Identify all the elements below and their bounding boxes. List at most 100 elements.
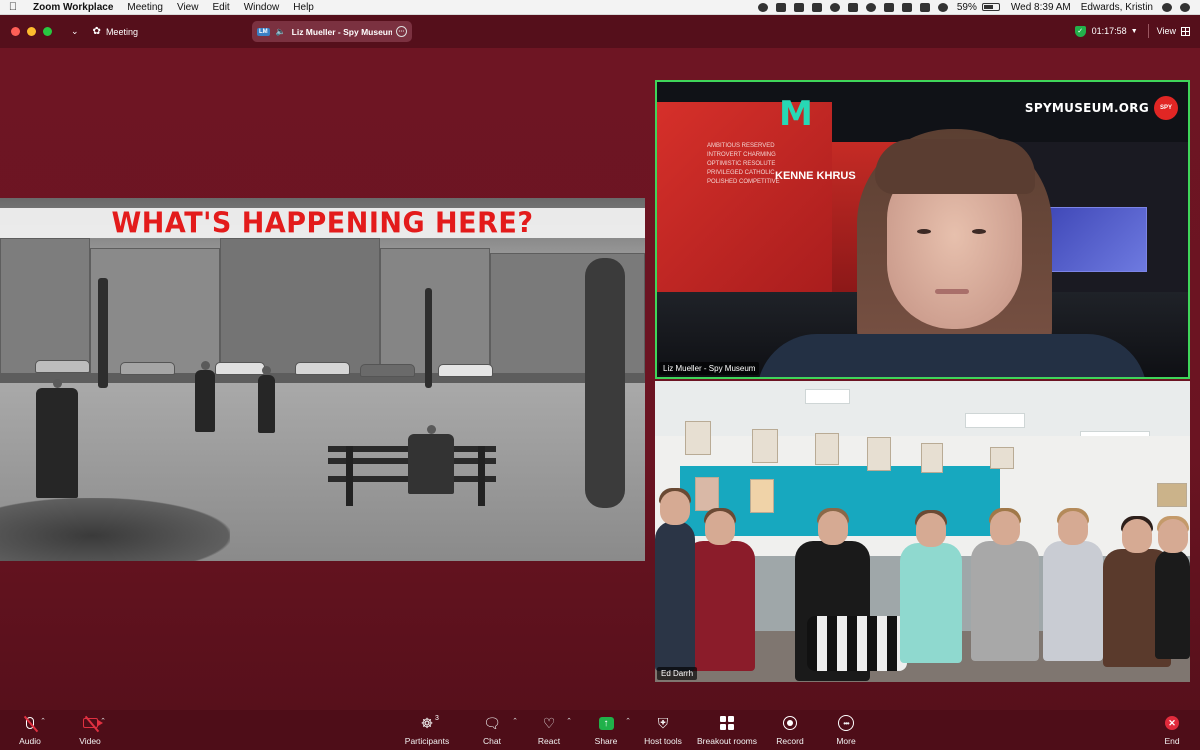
menu-view[interactable]: View xyxy=(170,2,206,13)
slide-photo-person-head xyxy=(426,425,436,434)
slide-photo-tree xyxy=(98,278,108,388)
record-button[interactable]: Record xyxy=(760,714,820,746)
slide-photo-person-on-bench xyxy=(408,425,454,494)
active-speaker-name: Liz Mueller - Spy Museum xyxy=(291,26,392,37)
camera-icon xyxy=(82,715,103,733)
status-clipboard-icon[interactable] xyxy=(811,2,822,12)
menu-clock[interactable]: Wed 8:39 AM xyxy=(1006,2,1076,13)
classroom-poster xyxy=(752,429,778,463)
classroom-poster xyxy=(867,437,891,471)
person-mouth xyxy=(935,289,969,294)
more-button[interactable]: ••• More xyxy=(816,714,876,746)
status-wide-icon[interactable] xyxy=(901,2,912,12)
airplay-icon[interactable] xyxy=(919,2,930,12)
record-label: Record xyxy=(776,736,804,746)
menu-help[interactable]: Help xyxy=(286,2,321,13)
menu-window[interactable]: Window xyxy=(237,2,287,13)
grid-icon xyxy=(1181,26,1190,36)
share-label: Share xyxy=(594,736,618,746)
student xyxy=(1155,516,1190,659)
audio-button[interactable]: Audio xyxy=(0,714,60,746)
apple-icon[interactable]:  xyxy=(0,1,26,13)
student-head xyxy=(1122,519,1152,553)
video-tile-ed[interactable]: Ed Darrh xyxy=(655,381,1190,682)
record-icon xyxy=(783,714,797,732)
share-screen-icon: ↑ xyxy=(598,714,614,732)
slide-photo-building xyxy=(90,248,220,378)
close-window-button[interactable] xyxy=(11,27,20,36)
participants-label: Participants xyxy=(404,736,450,746)
slide-photo-building xyxy=(220,238,380,378)
participant-name-tag: Ed Darrh xyxy=(657,667,698,680)
slide-photo-car xyxy=(35,360,90,373)
battery-percent: 59% xyxy=(956,1,977,13)
four-squares-icon xyxy=(720,716,734,730)
menu-meeting[interactable]: Meeting xyxy=(120,2,170,13)
view-button[interactable]: View xyxy=(1157,26,1190,36)
meeting-timer: 01:17:58 xyxy=(1091,26,1127,36)
menu-app-name[interactable]: Zoom Workplace xyxy=(26,2,120,13)
minimize-window-button[interactable] xyxy=(27,27,36,36)
slide-title-banner: WHAT'S HAPPENING HERE? xyxy=(0,207,645,239)
status-zoom-icon[interactable] xyxy=(775,2,786,12)
chat-caret-icon: ⌃ xyxy=(512,718,518,725)
shared-screen[interactable]: WHAT'S HAPPENING HERE? xyxy=(0,198,645,561)
end-meeting-button[interactable]: ✕ End xyxy=(1142,714,1200,746)
react-caret-icon: ⌃ xyxy=(566,718,572,725)
breakout-rooms-button[interactable]: Breakout rooms xyxy=(692,714,762,746)
video-button[interactable]: Video xyxy=(60,714,120,746)
spy-museum-logo-text: SPYMUSEUM.ORG xyxy=(1024,101,1149,115)
breakout-label: Breakout rooms xyxy=(697,736,757,746)
ellipsis-icon: ••• xyxy=(838,715,854,731)
more-options-icon[interactable]: ··· xyxy=(396,26,407,37)
meeting-label-text: Meeting xyxy=(105,26,138,37)
person-eye xyxy=(917,229,931,234)
spotlight-icon[interactable] xyxy=(1162,2,1172,12)
close-icon: ✕ xyxy=(1165,716,1179,730)
student xyxy=(655,488,695,671)
status-hand-icon[interactable] xyxy=(793,2,804,12)
status-time-machine-icon[interactable] xyxy=(865,2,876,12)
slide-photo-person-head xyxy=(52,379,62,388)
active-speaker-pill[interactable]: LM 🔈 Liz Mueller - Spy Museum ··· xyxy=(252,21,412,42)
menu-edit[interactable]: Edit xyxy=(205,2,236,13)
classroom-poster xyxy=(695,477,719,511)
menu-user[interactable]: Edwards, Kristin xyxy=(1076,2,1158,13)
classroom-poster xyxy=(750,479,774,513)
speaker-initials-badge: LM xyxy=(257,27,270,36)
host-tools-button[interactable]: ⛨ Host tools xyxy=(633,714,693,747)
fullscreen-window-button[interactable] xyxy=(43,27,52,36)
divider xyxy=(1147,24,1149,38)
window-controls xyxy=(11,27,59,36)
meeting-label[interactable]: ✿ Meeting xyxy=(93,26,138,37)
status-shield-icon[interactable] xyxy=(847,2,858,12)
video-label: Video xyxy=(79,736,101,746)
bench-leg xyxy=(478,446,485,506)
video-tile-liz[interactable]: AMBITIOUS RESERVED INTROVERT CHARMING OP… xyxy=(655,80,1190,379)
timer-chevron-icon[interactable]: ▼ xyxy=(1131,28,1138,35)
encryption-shield-icon[interactable]: ✓ xyxy=(1074,25,1086,37)
classroom-poster xyxy=(990,447,1014,469)
slide-photo-person xyxy=(258,366,275,433)
audio-label: Audio xyxy=(19,736,41,746)
participants-icon: ☸ xyxy=(420,714,434,731)
status-cloud-icon[interactable] xyxy=(757,2,768,12)
status-sync-icon[interactable] xyxy=(829,2,840,12)
student-head xyxy=(990,511,1020,545)
slide-photo-building xyxy=(380,248,490,378)
participant-name-tag: Liz Mueller - Spy Museum xyxy=(659,362,760,375)
participants-button[interactable]: ☸ Participants xyxy=(397,714,457,747)
zoom-title-bar: ⌄ ✿ Meeting LM 🔈 Liz Mueller - Spy Museu… xyxy=(0,15,1200,48)
chevron-down-icon[interactable]: ⌄ xyxy=(71,26,79,37)
slide-photo-car xyxy=(120,362,175,375)
bluetooth-icon[interactable] xyxy=(883,2,894,12)
battery-icon[interactable] xyxy=(981,3,1000,11)
control-center-icon[interactable] xyxy=(1180,2,1190,12)
more-icon: ••• xyxy=(838,714,854,732)
spy-museum-logo: SPYMUSEUM.ORG SPY xyxy=(1025,96,1178,120)
student xyxy=(1043,508,1103,661)
ceiling-light xyxy=(805,389,850,404)
wifi-icon[interactable] xyxy=(937,2,948,12)
breakout-rooms-icon xyxy=(720,714,734,732)
view-label: View xyxy=(1156,26,1176,36)
